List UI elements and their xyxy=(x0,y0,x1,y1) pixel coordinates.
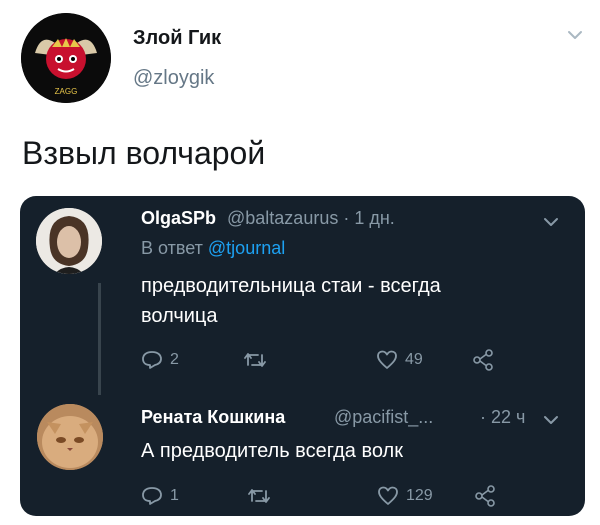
reply-text-line: волчица xyxy=(141,305,218,327)
retweet-button[interactable] xyxy=(246,487,272,505)
user-avatar[interactable] xyxy=(36,208,102,274)
like-icon xyxy=(377,350,397,369)
like-count: 49 xyxy=(405,351,423,368)
retweet-icon xyxy=(248,489,270,503)
share-button[interactable] xyxy=(472,349,494,371)
reply-mention-link[interactable]: @tjournal xyxy=(208,238,285,258)
chevron-down-icon[interactable] xyxy=(566,28,584,42)
reply-button[interactable]: 2 xyxy=(141,350,179,370)
chevron-down-icon[interactable] xyxy=(543,216,559,228)
share-icon xyxy=(473,349,493,371)
reply-icon xyxy=(142,487,162,505)
like-icon xyxy=(378,486,398,505)
like-button[interactable]: 129 xyxy=(377,486,433,506)
like-button[interactable]: 49 xyxy=(376,350,423,370)
reply-time: · 22 ч xyxy=(480,407,526,427)
reply-text: А предводитель всегда волк xyxy=(141,440,403,462)
share-button[interactable] xyxy=(474,485,496,507)
reply-handle-time[interactable]: @baltazaurus · 1 дн. xyxy=(227,208,395,229)
reply-text-line: предводительница стаи - всегда xyxy=(141,275,441,297)
reply-text: предводительница стаи - всегда волчица xyxy=(141,271,441,331)
reply-to-line: В ответ @tjournal xyxy=(141,238,285,259)
tweet-text: Взвыл волчарой xyxy=(22,135,266,171)
reply-handle[interactable]: @pacifist_... xyxy=(334,407,433,428)
embedded-screenshot: OlgaSPb @baltazaurus · 1 дн. В ответ @tj… xyxy=(20,196,585,516)
author-name[interactable]: Злой Гик xyxy=(133,27,221,50)
reply-count: 2 xyxy=(170,351,179,368)
avatar-caption: ZAGG xyxy=(55,87,78,96)
reply-author-name[interactable]: Рената Кошкина xyxy=(141,407,285,428)
author-handle[interactable]: @zloygik xyxy=(133,67,214,90)
reply-icon xyxy=(142,351,162,369)
share-icon xyxy=(475,485,495,507)
reply-author-name[interactable]: OlgaSPb xyxy=(141,208,216,229)
chevron-down-icon[interactable] xyxy=(543,414,559,426)
retweet-icon xyxy=(244,353,266,367)
user-avatar[interactable] xyxy=(37,404,103,470)
reply-to-label: В ответ xyxy=(141,238,203,258)
like-count: 129 xyxy=(406,487,433,504)
author-avatar[interactable]: ZAGG xyxy=(21,13,111,103)
reply-button[interactable]: 1 xyxy=(141,486,179,506)
retweet-button[interactable] xyxy=(242,351,268,369)
reply-count: 1 xyxy=(170,487,179,504)
thread-line xyxy=(98,283,101,395)
